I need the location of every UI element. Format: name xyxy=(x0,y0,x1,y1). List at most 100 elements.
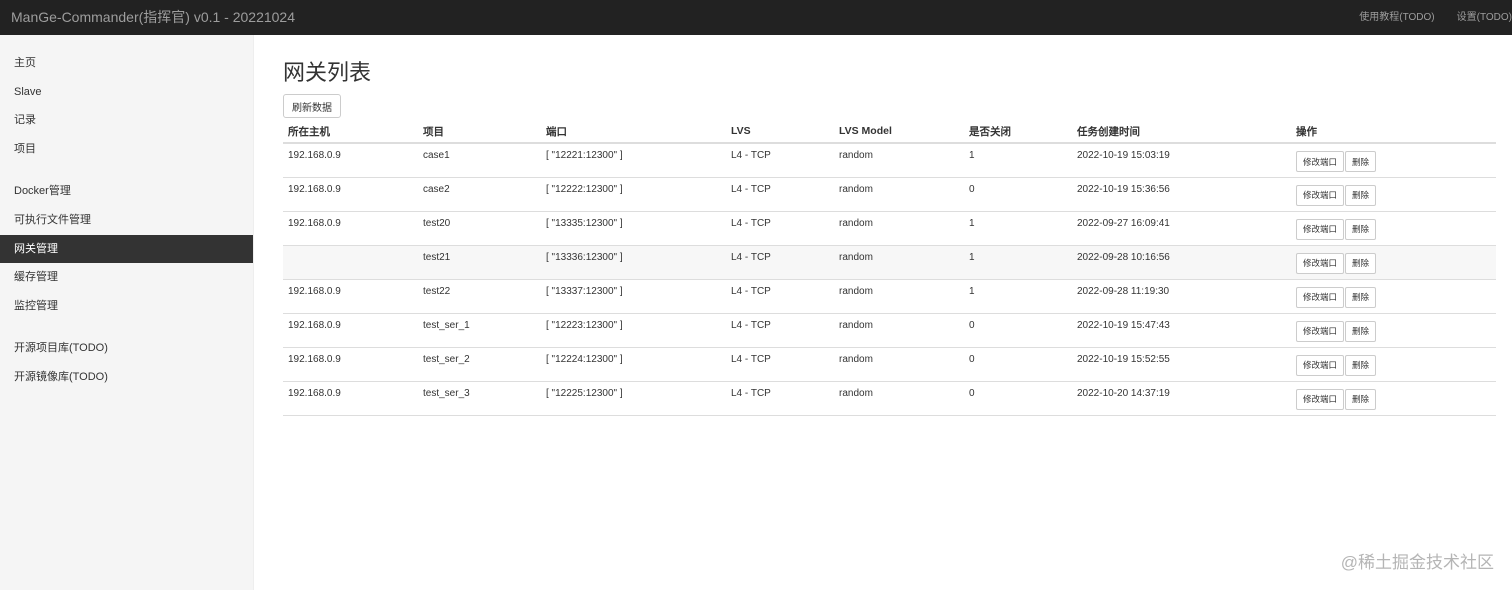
column-header: 任务创建时间 xyxy=(1072,120,1291,144)
table-cell xyxy=(283,245,418,280)
delete-button[interactable]: 删除 xyxy=(1345,184,1377,206)
column-header: LVS Model xyxy=(834,120,964,144)
sidebar-item[interactable]: 可执行文件管理 xyxy=(0,206,253,235)
table-cell: test22 xyxy=(418,279,541,314)
table-cell: 192.168.0.9 xyxy=(283,381,418,416)
delete-button[interactable]: 删除 xyxy=(1345,286,1377,308)
top-nav-tutorial-link[interactable]: 使用教程(TODO) xyxy=(1337,0,1434,35)
top-nav-settings-link[interactable]: 设置(TODO) xyxy=(1435,0,1512,35)
table-cell: random xyxy=(834,313,964,348)
table-cell: [ "12225:12300" ] xyxy=(541,381,726,416)
top-nav: 使用教程(TODO) 设置(TODO) xyxy=(1337,0,1512,35)
edit-port-button[interactable]: 修改端口 xyxy=(1296,286,1345,308)
column-header: 是否关闭 xyxy=(964,120,1072,144)
table-cell: 1 xyxy=(964,143,1072,178)
table-cell: 2022-09-27 16:09:41 xyxy=(1072,211,1291,246)
table-cell: L4 - TCP xyxy=(726,347,834,382)
actions-cell: 修改端口 删除 xyxy=(1291,177,1496,212)
table-cell: [ "13337:12300" ] xyxy=(541,279,726,314)
delete-button[interactable]: 删除 xyxy=(1345,218,1377,240)
delete-button[interactable]: 删除 xyxy=(1345,320,1377,342)
edit-port-button[interactable]: 修改端口 xyxy=(1296,320,1345,342)
table-cell: 0 xyxy=(964,177,1072,212)
table-cell: test21 xyxy=(418,245,541,280)
table-cell: 1 xyxy=(964,211,1072,246)
delete-button[interactable]: 删除 xyxy=(1345,151,1377,172)
edit-port-button[interactable]: 修改端口 xyxy=(1296,388,1345,410)
sidebar-item[interactable]: 记录 xyxy=(0,106,253,135)
table-cell: test20 xyxy=(418,211,541,246)
table-cell: case2 xyxy=(418,177,541,212)
actions-cell: 修改端口 删除 xyxy=(1291,381,1496,416)
edit-port-button[interactable]: 修改端口 xyxy=(1296,252,1345,274)
actions-cell: 修改端口 删除 xyxy=(1291,279,1496,314)
table-cell: [ "12224:12300" ] xyxy=(541,347,726,382)
table-cell: 2022-10-20 14:37:19 xyxy=(1072,381,1291,416)
table-cell: 2022-10-19 15:47:43 xyxy=(1072,313,1291,348)
actions-cell: 修改端口 删除 xyxy=(1291,211,1496,246)
sidebar-item[interactable]: 监控管理 xyxy=(0,292,253,321)
table-cell: 2022-10-19 15:36:56 xyxy=(1072,177,1291,212)
table-cell: random xyxy=(834,143,964,178)
table-cell: random xyxy=(834,211,964,246)
table-header-row: 所在主机 项目 端口 LVS LVS Model 是否关闭 任务创建时间 操作 xyxy=(283,120,1496,144)
table-cell: 192.168.0.9 xyxy=(283,313,418,348)
table-cell: 2022-09-28 11:19:30 xyxy=(1072,279,1291,314)
delete-button[interactable]: 删除 xyxy=(1345,388,1377,410)
table-cell: 192.168.0.9 xyxy=(283,177,418,212)
table-cell: L4 - TCP xyxy=(726,279,834,314)
table-cell: L4 - TCP xyxy=(726,313,834,348)
table-cell: random xyxy=(834,245,964,280)
table-cell: 0 xyxy=(964,381,1072,416)
sidebar-divider xyxy=(0,163,253,177)
table-cell: [ "12223:12300" ] xyxy=(541,313,726,348)
edit-port-button[interactable]: 修改端口 xyxy=(1296,218,1345,240)
sidebar-item[interactable]: Slave xyxy=(0,78,253,107)
table-cell: 192.168.0.9 xyxy=(283,279,418,314)
column-header: 操作 xyxy=(1291,120,1496,144)
table-cell: [ "13336:12300" ] xyxy=(541,245,726,280)
table-body: 192.168.0.9 case1[ "12221:12300" ] L4 - TC… xyxy=(283,143,1496,416)
sidebar-item[interactable]: 主页 xyxy=(0,49,253,78)
table-cell: [ "12221:12300" ] xyxy=(541,143,726,178)
edit-port-button[interactable]: 修改端口 xyxy=(1296,151,1345,172)
table-cell: L4 - TCP xyxy=(726,177,834,212)
table-cell: test_ser_1 xyxy=(418,313,541,348)
table-cell: 0 xyxy=(964,313,1072,348)
sidebar: 主页 Slave 记录 项目 Docker管理 可执行文件管理 网关管理 缓存管理 监控管理开源… xyxy=(0,35,254,590)
actions-cell: 修改端口 删除 xyxy=(1291,347,1496,382)
refresh-button[interactable]: 刷新数据 xyxy=(283,94,341,118)
table-row: 192.168.0.9 case1[ "12221:12300" ] L4 - TC… xyxy=(283,143,1496,178)
edit-port-button[interactable]: 修改端口 xyxy=(1296,184,1345,206)
table-cell: L4 - TCP xyxy=(726,381,834,416)
delete-button[interactable]: 删除 xyxy=(1345,252,1377,274)
table-row: 192.168.0.9 test20[ "13335:12300" ] L4 - T… xyxy=(283,211,1496,246)
sidebar-item[interactable]: 开源项目库(TODO) xyxy=(0,334,253,363)
table-cell: [ "13335:12300" ] xyxy=(541,211,726,246)
sidebar-item[interactable]: 网关管理 xyxy=(0,234,253,264)
table-cell: random xyxy=(834,381,964,416)
table-cell: 0 xyxy=(964,347,1072,382)
table-cell: 192.168.0.9 xyxy=(283,143,418,178)
table-row: 192.168.0.9 test_ser_1[ "12223:12300" ] L4… xyxy=(283,313,1496,348)
column-header: 项目 xyxy=(418,120,541,144)
table-row: 192.168.0.9 test_ser_2[ "12224:12300" ] L4… xyxy=(283,347,1496,382)
actions-cell: 修改端口 删除 xyxy=(1291,143,1496,178)
table-cell: 1 xyxy=(964,279,1072,314)
app-brand[interactable]: ManGe-Commander(指挥官) v0.1 - 20221024 xyxy=(11,0,295,35)
sidebar-item[interactable]: 项目 xyxy=(0,135,253,164)
table-cell: 192.168.0.9 xyxy=(283,347,418,382)
table-row: test21[ "13336:12300" ] L4 - TCP random 1 20… xyxy=(283,245,1496,280)
sidebar-item[interactable]: Docker管理 xyxy=(0,177,253,206)
delete-button[interactable]: 删除 xyxy=(1345,354,1377,376)
edit-port-button[interactable]: 修改端口 xyxy=(1296,354,1345,376)
sidebar-divider xyxy=(0,320,253,334)
sidebar-item[interactable]: 开源镜像库(TODO) xyxy=(0,363,253,392)
table-cell: [ "12222:12300" ] xyxy=(541,177,726,212)
table-cell: L4 - TCP xyxy=(726,245,834,280)
table-row: 192.168.0.9 test_ser_3[ "12225:12300" ] L4… xyxy=(283,381,1496,416)
top-navbar: ManGe-Commander(指挥官) v0.1 - 20221024 使用教… xyxy=(0,0,1512,35)
table-cell: 2022-10-19 15:52:55 xyxy=(1072,347,1291,382)
sidebar-item[interactable]: 缓存管理 xyxy=(0,263,253,292)
table-row: 192.168.0.9 test22[ "13337:12300" ] L4 - T… xyxy=(283,279,1496,314)
